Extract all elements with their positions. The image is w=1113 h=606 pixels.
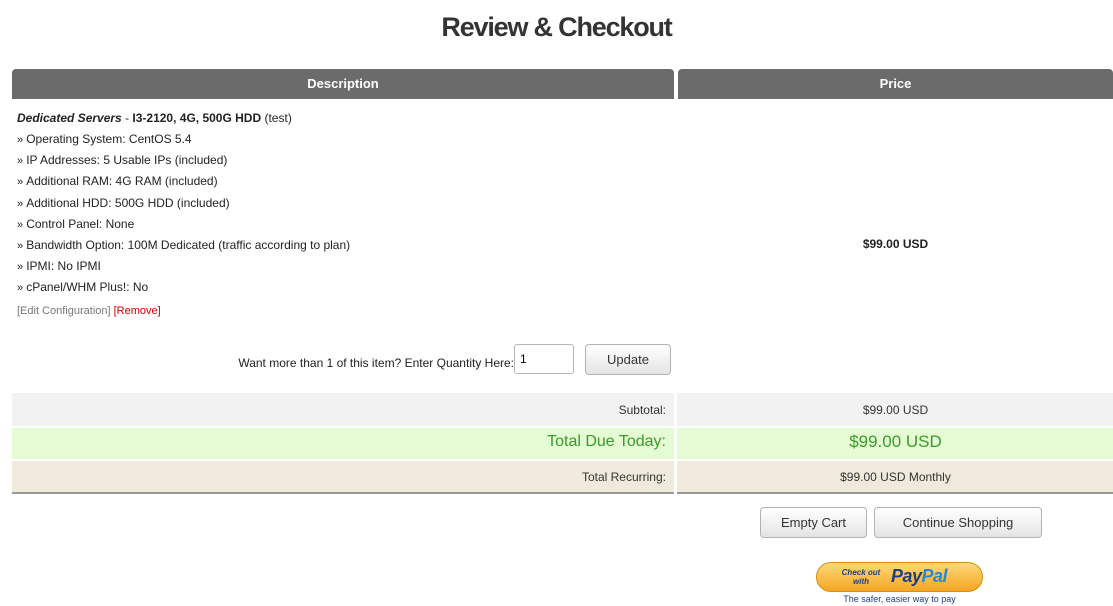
item-name: Dedicated Servers bbox=[17, 111, 122, 125]
paypal-tagline: The safer, easier way to pay bbox=[843, 594, 956, 604]
paypal-logo-pal: Pal bbox=[921, 566, 948, 586]
item-title: Dedicated Servers - I3-2120, 4G, 500G HD… bbox=[17, 108, 667, 129]
item-option: IP Addresses: 5 Usable IPs (included) bbox=[17, 150, 667, 171]
item-group: (test) bbox=[261, 111, 292, 125]
total-due-row: Total Due Today: $99.00 USD bbox=[12, 428, 1113, 459]
item-separator: - bbox=[121, 111, 133, 125]
item-price: $99.00 USD bbox=[862, 237, 929, 251]
paypal-small-text: Check out with bbox=[841, 568, 881, 586]
column-divider bbox=[674, 393, 677, 494]
quantity-label: Want more than 1 of this item? Enter Qua… bbox=[238, 356, 514, 370]
subtotal-row: Subtotal: $99.00 USD bbox=[12, 393, 1113, 426]
page-title: Review & Checkout bbox=[441, 12, 672, 42]
column-header-description: Description bbox=[12, 69, 674, 99]
update-button[interactable]: Update bbox=[585, 344, 671, 375]
subtotal-label: Subtotal: bbox=[618, 403, 666, 417]
paypal-logo: PayPal bbox=[891, 566, 948, 587]
empty-cart-button[interactable]: Empty Cart bbox=[760, 507, 867, 538]
item-option: Additional HDD: 500G HDD (included) bbox=[17, 193, 667, 214]
subtotal-value: $99.00 USD bbox=[862, 403, 929, 417]
item-option: Control Panel: None bbox=[17, 214, 667, 235]
quantity-row: Want more than 1 of this item? Enter Qua… bbox=[12, 344, 674, 380]
edit-configuration-link[interactable]: [Edit Configuration] bbox=[17, 305, 111, 317]
item-option: cPanel/WHM Plus!: No bbox=[17, 277, 667, 298]
item-links: [Edit Configuration] [Remove] bbox=[17, 301, 667, 322]
item-model: I3-2120, 4G, 500G HDD bbox=[132, 111, 262, 125]
total-recurring-row: Total Recurring: $99.00 USD Monthly bbox=[12, 461, 1113, 494]
total-due-value: $99.00 USD bbox=[849, 432, 942, 451]
quantity-input[interactable] bbox=[514, 344, 574, 374]
item-option: Operating System: CentOS 5.4 bbox=[17, 129, 667, 150]
cart-item: Dedicated Servers - I3-2120, 4G, 500G HD… bbox=[17, 108, 667, 322]
item-option: IPMI: No IPMI bbox=[17, 256, 667, 277]
total-due-label: Total Due Today: bbox=[547, 433, 666, 450]
item-option: Bandwidth Option: 100M Dedicated (traffi… bbox=[17, 235, 667, 256]
item-option: Additional RAM: 4G RAM (included) bbox=[17, 171, 667, 192]
paypal-checkout-button[interactable]: Check out with PayPal bbox=[816, 562, 983, 592]
continue-shopping-button[interactable]: Continue Shopping bbox=[874, 507, 1042, 538]
total-recurring-label: Total Recurring: bbox=[581, 470, 666, 484]
column-header-price: Price bbox=[678, 69, 1113, 99]
paypal-logo-pay: Pay bbox=[891, 566, 922, 586]
remove-link[interactable]: [Remove] bbox=[114, 305, 161, 317]
total-recurring-value: $99.00 USD Monthly bbox=[840, 470, 951, 484]
